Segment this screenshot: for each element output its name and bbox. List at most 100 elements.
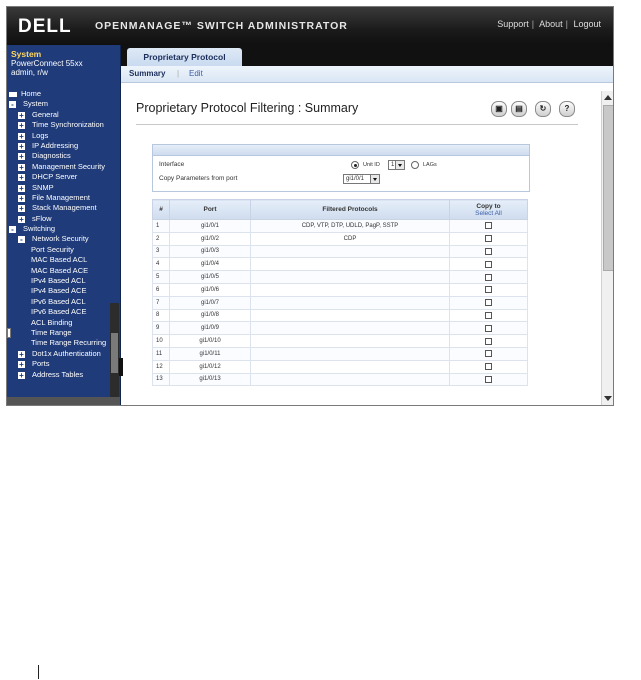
nav-scrollbar[interactable] [110, 303, 119, 403]
ports-table: # Port Filtered Protocols Copy to Select… [152, 199, 528, 387]
expand-icon[interactable]: + [18, 163, 25, 171]
nav-item[interactable]: + Time Synchronization [7, 120, 120, 130]
nav-item[interactable]: + Stack Management [7, 203, 120, 213]
copy-checkbox[interactable] [485, 222, 492, 230]
table-row[interactable]: 13 gi1/0/13 [152, 372, 528, 387]
nav-item[interactable]: IPv6 Based ACL [7, 297, 120, 307]
copy-checkbox[interactable] [485, 324, 492, 332]
expand-icon[interactable]: + [18, 142, 25, 150]
copy-checkbox[interactable] [485, 235, 492, 243]
help-icon[interactable]: ? [559, 101, 575, 117]
table-row[interactable]: 2 gi1/0/2 CDP [152, 231, 528, 246]
nav-item-label: IP Addressing [32, 140, 79, 150]
table-row[interactable]: 12 gi1/0/12 [152, 359, 528, 374]
expand-icon[interactable]: + [18, 194, 25, 202]
table-row[interactable]: 9 gi1/0/9 [152, 321, 528, 336]
collapse-icon[interactable]: - [9, 101, 16, 109]
about-link[interactable]: About [539, 19, 563, 29]
copy-checkbox[interactable] [485, 299, 492, 307]
copy-port-select[interactable]: gi1/0/1 [343, 174, 380, 184]
copy-checkbox[interactable] [485, 260, 492, 268]
nav-item[interactable]: + SNMP [7, 183, 120, 193]
table-row[interactable]: 1 gi1/0/1 CDP, VTP, DTP, UDLD, PagP, SSTP [152, 219, 528, 233]
table-row[interactable]: 4 gi1/0/4 [152, 257, 528, 272]
unit-select[interactable]: 1 [388, 160, 405, 170]
copy-checkbox[interactable] [485, 286, 492, 294]
nav-item[interactable]: - Switching [7, 224, 120, 234]
subnav-summary[interactable]: Summary [129, 69, 165, 78]
expand-icon[interactable]: + [18, 132, 25, 140]
nav-resize-handle[interactable] [119, 358, 123, 376]
nav-item[interactable]: Home [7, 89, 120, 99]
expand-icon[interactable]: + [18, 184, 25, 192]
collapse-icon[interactable]: - [9, 226, 16, 234]
nav-item[interactable]: MAC Based ACL [7, 255, 120, 265]
nav-item[interactable]: + IP Addressing [7, 141, 120, 151]
content-scrollbar[interactable] [601, 91, 613, 405]
table-row[interactable]: 5 gi1/0/5 [152, 270, 528, 284]
table-row[interactable]: 11 gi1/0/11 [152, 346, 528, 361]
subnav-edit[interactable]: Edit [189, 69, 203, 78]
expand-icon[interactable]: + [18, 111, 25, 119]
cell-protocols [250, 270, 450, 284]
nav-hscrollbar[interactable] [7, 397, 120, 405]
unit-radio[interactable] [351, 161, 359, 169]
expand-icon[interactable]: + [18, 361, 25, 369]
table-row[interactable]: 8 gi1/0/8 [152, 308, 528, 323]
refresh-icon[interactable]: ↻ [535, 101, 551, 117]
expand-icon[interactable]: + [18, 350, 25, 358]
content-scroll-thumb[interactable] [603, 105, 613, 271]
nav-item[interactable]: + Dot1x Authentication [7, 349, 120, 359]
nav-item[interactable]: + Address Tables [7, 370, 120, 380]
save-icon[interactable]: ▣ [491, 101, 507, 117]
nav-item[interactable]: + Management Security [7, 162, 120, 172]
tab-proprietary-protocol-filtering[interactable]: Proprietary Protocol filtering [127, 48, 242, 80]
nav-item[interactable]: + File Management [7, 193, 120, 203]
expand-icon[interactable]: + [18, 122, 25, 130]
table-row[interactable]: 10 gi1/0/10 [152, 334, 528, 348]
nav-item[interactable]: Time Range [7, 328, 120, 338]
scroll-down-icon[interactable] [604, 396, 612, 401]
nav-item[interactable]: + Diagnostics [7, 151, 120, 161]
copy-checkbox[interactable] [485, 273, 492, 281]
copy-checkbox[interactable] [485, 350, 492, 358]
nav-item[interactable]: MAC Based ACE [7, 266, 120, 276]
table-row[interactable]: 3 gi1/0/3 [152, 244, 528, 259]
expand-icon[interactable]: + [18, 205, 25, 213]
nav-item[interactable]: + sFlow [7, 214, 120, 224]
expand-icon[interactable]: + [18, 215, 25, 223]
table-row[interactable]: 6 gi1/0/6 [152, 282, 528, 297]
nav-item[interactable]: Time Range Recurring [7, 338, 120, 348]
expand-icon[interactable]: + [18, 174, 25, 182]
logout-link[interactable]: Logout [573, 19, 601, 29]
nav-scroll-thumb[interactable] [111, 333, 118, 373]
nav-item[interactable]: IPv6 Based ACE [7, 307, 120, 317]
nav-item[interactable]: + Ports [7, 359, 120, 369]
table-row[interactable]: 7 gi1/0/7 [152, 295, 528, 310]
nav-item[interactable]: IPv4 Based ACL [7, 276, 120, 286]
select-all-link[interactable]: Select All [451, 210, 526, 217]
copy-checkbox[interactable] [485, 363, 492, 371]
print-icon[interactable]: ▤ [511, 101, 527, 117]
copy-checkbox[interactable] [485, 337, 492, 345]
expand-icon[interactable]: + [18, 371, 25, 379]
lag-radio[interactable] [411, 161, 419, 169]
nav-item[interactable]: + DHCP Server [7, 172, 120, 182]
nav-item[interactable]: - Network Security [7, 234, 120, 244]
copy-checkbox[interactable] [485, 375, 492, 383]
interface-row: Interface Unit ID 1 LAGs [153, 159, 529, 171]
nav-item[interactable]: + Logs [7, 131, 120, 141]
product-name: OPENMANAGE™ SWITCH ADMINISTRATOR [95, 20, 348, 32]
collapse-icon[interactable]: - [18, 236, 25, 244]
nav-item[interactable]: - System [7, 99, 120, 109]
copy-checkbox[interactable] [485, 311, 492, 319]
scroll-up-icon[interactable] [604, 95, 612, 100]
nav-item[interactable]: IPv4 Based ACE [7, 286, 120, 296]
nav-item[interactable]: Port Security [7, 245, 120, 255]
nav-item[interactable]: ACL Binding [7, 318, 120, 328]
support-link[interactable]: Support [497, 19, 529, 29]
copy-checkbox[interactable] [485, 247, 492, 255]
nav-item[interactable]: + General [7, 110, 120, 120]
expand-icon[interactable]: + [18, 153, 25, 161]
nav-item-label: IPv6 Based ACE [31, 307, 87, 317]
